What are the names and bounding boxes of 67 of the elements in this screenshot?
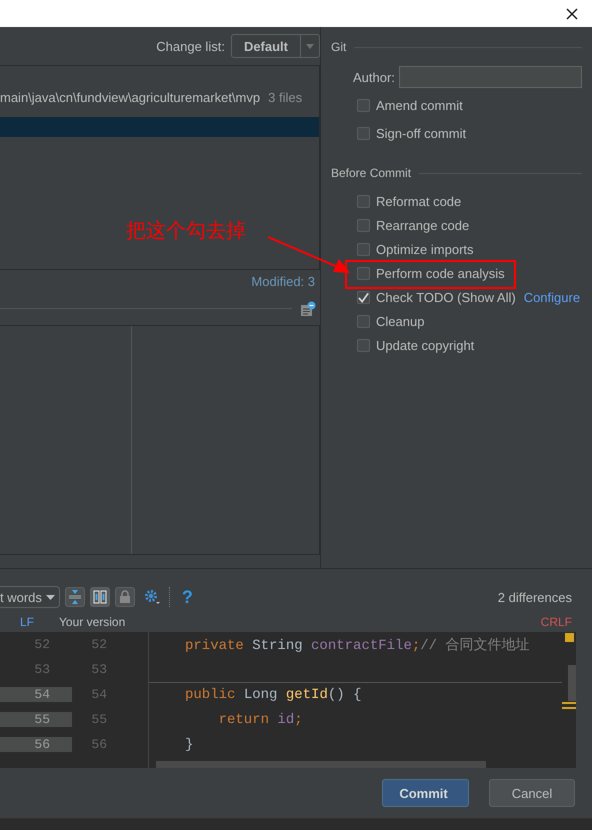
checkbox[interactable] [357, 290, 370, 304]
side-by-side-button[interactable] [90, 587, 110, 607]
checkbox-label[interactable]: Rearrange code [376, 218, 470, 232]
checkbox[interactable] [357, 242, 370, 256]
line-number: 56 [90, 737, 107, 752]
selected-file-row[interactable] [0, 117, 319, 137]
checkbox-label[interactable]: Sign-off commit [376, 126, 466, 140]
columns-icon [92, 589, 108, 605]
checkbox[interactable] [357, 314, 370, 328]
author-field[interactable] [398, 66, 582, 88]
checkbox-label[interactable]: Reformat code [376, 194, 462, 208]
line-separator-label: CRLF [540, 615, 572, 629]
code-line: } [185, 736, 194, 752]
collapse-icon [66, 589, 83, 605]
cancel-button[interactable]: Cancel [489, 779, 575, 807]
code-line: public Long getId() { [185, 686, 362, 702]
line-number: 55 [90, 712, 107, 727]
checkbox-label[interactable]: Amend commit [376, 98, 463, 112]
change-marker [562, 702, 576, 709]
section-title: Git [331, 40, 346, 54]
checkbox-label[interactable]: Perform code analysis [376, 266, 505, 280]
code-line: private String contractFile;// 合同文件地址 [185, 636, 530, 654]
line-number: 56 [0, 737, 72, 752]
checkbox[interactable] [357, 218, 370, 232]
modified-count: Modified: 3 [251, 274, 315, 288]
change-list-label: Change list: [156, 38, 225, 54]
vertical-scrollbar[interactable] [568, 665, 576, 701]
differences-count: 2 differences [498, 590, 572, 604]
checkbox[interactable] [357, 98, 370, 112]
caret-icon [306, 44, 314, 48]
help-button[interactable]: ? [182, 586, 193, 608]
pane-title: Your version [59, 615, 126, 629]
compare-mode-dropdown[interactable]: t words [0, 586, 60, 608]
check-icon [358, 292, 369, 302]
settings-icon[interactable] [144, 589, 160, 605]
close-icon[interactable] [566, 8, 578, 20]
code-line: return id; [218, 712, 303, 728]
caret-icon [46, 594, 55, 600]
configure-link[interactable]: Configure [524, 290, 580, 304]
warning-marker [565, 633, 574, 642]
line-number: 53 [33, 662, 50, 677]
checkbox[interactable] [357, 194, 370, 208]
directory-path[interactable]: main\java\cn\fundview\agriculturemarket\mvp [0, 90, 260, 104]
change-list-dropdown[interactable]: Default [230, 34, 320, 58]
section-title: Before Commit [331, 166, 412, 180]
line-number: 54 [90, 687, 107, 702]
checkbox-label[interactable]: Cleanup [376, 314, 424, 328]
checkbox-label[interactable]: Update copyright [376, 338, 474, 352]
lock-button[interactable] [114, 587, 135, 607]
checkbox-label[interactable]: Optimize imports [376, 242, 474, 256]
checkbox-label[interactable]: Check TODO (Show All) [376, 290, 516, 304]
collapse-button[interactable] [64, 587, 85, 607]
author-label: Author: [353, 70, 395, 84]
annotation-text: 把这个勾去掉 [126, 217, 246, 244]
line-number: 54 [0, 687, 72, 702]
line-number: 52 [90, 637, 107, 652]
checkbox[interactable] [357, 338, 370, 352]
line-number: 52 [33, 637, 50, 652]
horizontal-scrollbar[interactable] [156, 761, 486, 768]
checkbox[interactable] [357, 266, 370, 280]
commit-button[interactable]: Commit [382, 779, 469, 807]
line-number: 53 [90, 662, 107, 677]
line-number: 55 [0, 712, 72, 727]
checkbox[interactable] [357, 126, 370, 140]
line-separator-label: LF [18, 615, 34, 629]
document-icon[interactable] [300, 300, 316, 316]
file-count: 3 files [268, 90, 302, 104]
